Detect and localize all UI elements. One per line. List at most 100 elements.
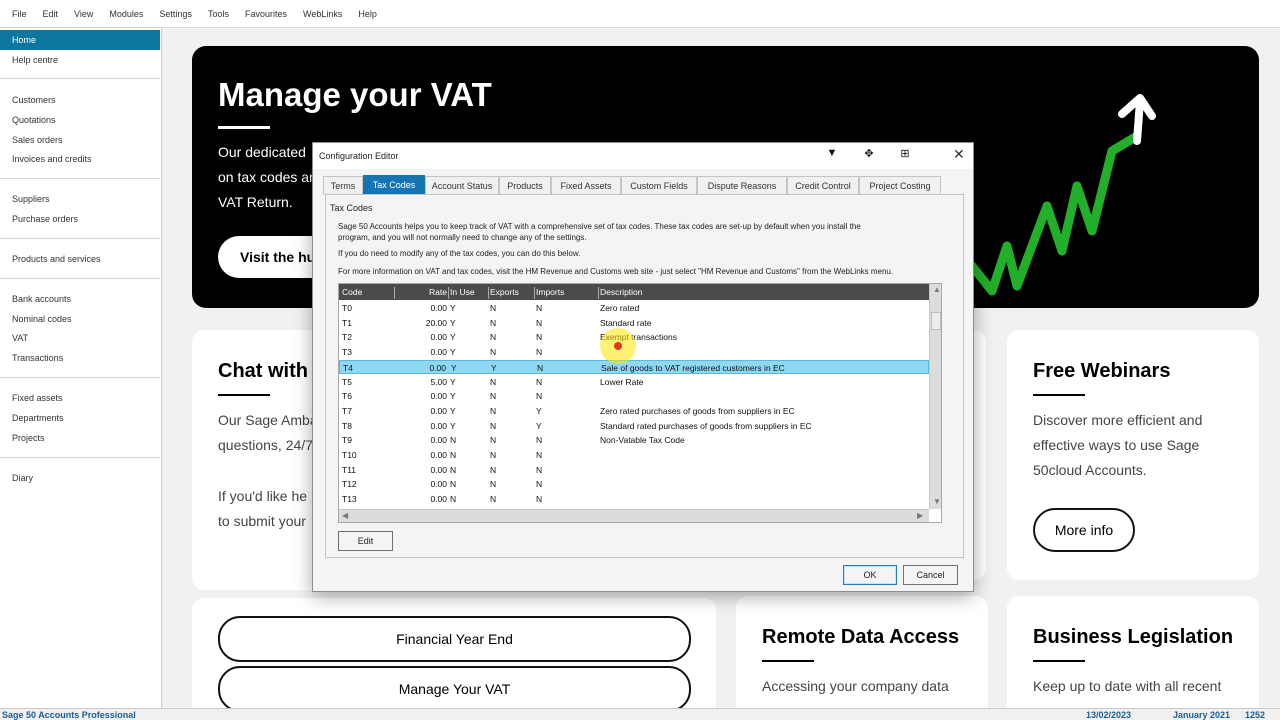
cell-exports: N (490, 494, 497, 505)
chat-card-text: Our Sage Amba (218, 412, 318, 428)
cancel-button[interactable]: Cancel (903, 565, 958, 585)
sidebar-item-sales-orders[interactable]: Sales orders (0, 130, 160, 150)
sidebar-item-home[interactable]: Home (0, 30, 160, 50)
sidebar-item-transactions[interactable]: Transactions (0, 348, 160, 368)
col-header-code[interactable]: Code (342, 287, 362, 297)
cell-in-use: Y (450, 347, 456, 358)
cell-imports: Y (536, 405, 542, 416)
tab-custom-fields[interactable]: Custom Fields (621, 176, 697, 195)
growth-arrow-icon (967, 94, 1156, 296)
vertical-scrollbar[interactable]: ▲ ▼ (929, 284, 941, 509)
scroll-up-icon[interactable]: ▲ (933, 285, 941, 294)
cell-exports: N (490, 303, 497, 313)
cell-imports: N (536, 332, 543, 343)
tab-dispute-reasons[interactable]: Dispute Reasons (697, 176, 787, 195)
manage-your-vat-button[interactable]: Manage Your VAT (218, 666, 691, 712)
pin-icon[interactable]: ⊞ (897, 147, 913, 160)
col-header-imports[interactable]: Imports (536, 287, 564, 297)
table-row[interactable]: T4 0.00 Y Y N Sale of goods to VAT registered… (339, 359, 929, 375)
sidebar-item-vat[interactable]: VAT (0, 328, 160, 348)
sidebar-item-suppliers[interactable]: Suppliers (0, 189, 160, 209)
legislation-card-text: Keep up to date with all recent (1033, 678, 1222, 694)
card-underline (1033, 660, 1085, 662)
sidebar-item-products[interactable]: Products and services (0, 249, 160, 269)
cell-rate: 0.00 (430, 332, 447, 343)
more-info-button[interactable]: More info (1033, 508, 1135, 552)
legislation-card-title: Business Legislation (1033, 626, 1234, 648)
cell-rate: 0.00 (429, 362, 446, 373)
scroll-right-icon[interactable]: ▶ (917, 511, 923, 520)
tab-credit-control[interactable]: Credit Control (787, 176, 859, 195)
card-underline (218, 394, 270, 396)
table-row[interactable]: T7 0.00 Y N Y Zero rated purchases of goods f… (339, 404, 929, 419)
menu-view[interactable]: View (66, 9, 101, 19)
tab-products[interactable]: Products (499, 176, 551, 195)
col-header-exports[interactable]: Exports (490, 287, 519, 297)
dialog-title-bar[interactable]: Configuration Editor ▼ ✥ ⊞ ✕ (313, 143, 973, 169)
menu-weblinks[interactable]: WebLinks (295, 9, 350, 19)
hero-text-line: VAT Return. (218, 194, 293, 210)
tab-account-status[interactable]: Account Status (425, 176, 499, 195)
close-icon[interactable]: ✕ (953, 146, 965, 163)
move-icon[interactable]: ✥ (861, 147, 877, 160)
scroll-left-icon[interactable]: ◀ (342, 511, 348, 520)
cell-exports: N (490, 450, 497, 460)
sidebar-item-customers[interactable]: Customers (0, 90, 160, 110)
scroll-thumb[interactable] (931, 312, 941, 330)
table-row[interactable]: T11 0.00 N N N (339, 463, 929, 478)
tab-tax-codes[interactable]: Tax Codes (363, 175, 425, 195)
sidebar-item-purchase-orders[interactable]: Purchase orders (0, 209, 160, 229)
table-row[interactable]: T1 20.00 Y N N Standard rate (339, 316, 929, 331)
sidebar-item-quotations[interactable]: Quotations (0, 110, 160, 130)
horizontal-scrollbar[interactable]: ◀ ▶ (339, 509, 929, 522)
sidebar-item-diary[interactable]: Diary (0, 468, 160, 488)
table-row[interactable]: T10 0.00 N N N (339, 448, 929, 463)
menu-file[interactable]: File (4, 9, 35, 19)
cell-rate: 0.00 (430, 450, 447, 460)
col-header-rate[interactable]: Rate (429, 287, 447, 297)
panel-title: Tax Codes (330, 203, 373, 213)
tab-terms[interactable]: Terms (323, 176, 363, 195)
menu-help[interactable]: Help (350, 9, 385, 19)
sidebar-item-projects[interactable]: Projects (0, 428, 160, 448)
hero-text-line: on tax codes ar (218, 169, 314, 185)
col-header-description[interactable]: Description (600, 287, 643, 297)
menu-settings[interactable]: Settings (151, 9, 200, 19)
tab-fixed-assets[interactable]: Fixed Assets (551, 176, 621, 195)
table-row[interactable]: T9 0.00 N N N Non-Vatable Tax Code (339, 433, 929, 448)
sidebar-item-invoices[interactable]: Invoices and credits (0, 149, 160, 169)
tab-project-costing[interactable]: Project Costing (859, 176, 941, 195)
links-card: Financial Year End Manage Your VAT (192, 598, 716, 720)
edit-button[interactable]: Edit (338, 531, 393, 551)
table-row[interactable]: T6 0.00 Y N N (339, 389, 929, 404)
menu-tools[interactable]: Tools (200, 9, 237, 19)
sidebar-item-fixed-assets[interactable]: Fixed assets (0, 388, 160, 408)
intro-text: program, and you will not normally need … (338, 233, 587, 242)
cell-imports: N (536, 479, 543, 490)
hero-title: Manage your VAT (218, 76, 492, 113)
cell-exports: N (490, 376, 497, 387)
sidebar-item-nominal-codes[interactable]: Nominal codes (0, 309, 160, 329)
status-date: 13/02/2023 (1086, 710, 1132, 720)
sidebar-item-help-centre[interactable]: Help centre (0, 50, 160, 70)
table-row[interactable]: T12 0.00 N N N (339, 477, 929, 492)
table-row[interactable]: T8 0.00 Y N Y Standard rated purchases of goo… (339, 419, 929, 434)
cell-description: Lower Rate (600, 376, 644, 387)
table-row[interactable]: T13 0.00 N N N (339, 492, 929, 507)
table-row[interactable]: T0 0.00 Y N N Zero rated (339, 301, 929, 316)
menu-edit[interactable]: Edit (35, 9, 67, 19)
financial-year-end-button[interactable]: Financial Year End (218, 616, 691, 662)
menu-modules[interactable]: Modules (101, 9, 151, 19)
sidebar: Home Help centre Customers Quotations Sa… (0, 28, 162, 708)
sidebar-item-bank-accounts[interactable]: Bank accounts (0, 289, 160, 309)
chevron-down-icon[interactable]: ▼ (824, 147, 840, 159)
menu-favourites[interactable]: Favourites (237, 9, 295, 19)
col-header-in-use[interactable]: In Use (450, 287, 475, 297)
cell-in-use: Y (450, 317, 456, 328)
scroll-down-icon[interactable]: ▼ (933, 497, 941, 506)
table-row[interactable]: T5 5.00 Y N N Lower Rate (339, 375, 929, 390)
ok-button[interactable]: OK (843, 565, 897, 585)
cell-code: T8 (342, 420, 352, 431)
cell-exports: N (490, 332, 497, 343)
sidebar-item-departments[interactable]: Departments (0, 408, 160, 428)
